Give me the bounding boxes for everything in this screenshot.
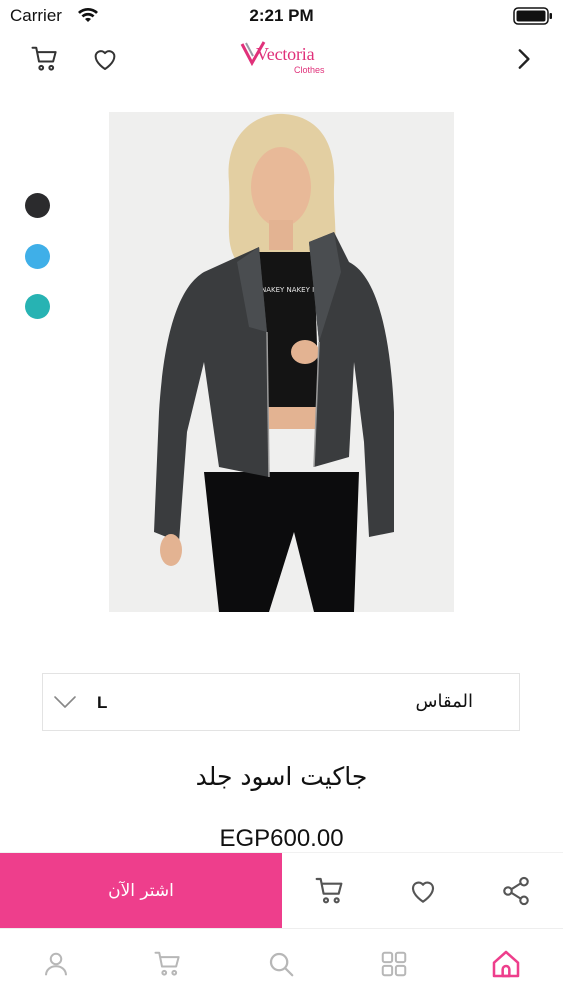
status-time: 2:21 PM (249, 6, 314, 25)
profile-icon (45, 952, 67, 976)
grid-icon (381, 951, 407, 977)
color-swatch-blue[interactable] (25, 244, 50, 269)
battery-icon (513, 7, 552, 25)
tab-cart[interactable] (151, 947, 185, 981)
brand-logo: Vectoria Clothes (240, 38, 330, 78)
home-icon (492, 950, 520, 978)
tab-search[interactable] (264, 947, 298, 981)
color-swatch-black[interactable] (25, 193, 50, 218)
status-bar: Carrier 2:21 PM (0, 0, 563, 32)
color-swatch-teal[interactable] (25, 294, 50, 319)
next-button[interactable] (506, 42, 540, 76)
logo-text: Vectoria (256, 44, 315, 64)
app-header: Vectoria Clothes (0, 36, 563, 84)
heart-icon (411, 881, 435, 903)
size-label: المقاس (415, 691, 473, 712)
product-price: EGP600.00 (219, 825, 344, 852)
chevron-right-icon (518, 49, 530, 69)
size-value: L (97, 693, 108, 712)
cart-icon (31, 46, 57, 71)
bottom-tab-bar (0, 928, 563, 1000)
cart-icon (315, 877, 343, 904)
action-bar: اشتر الآن (0, 852, 563, 929)
tab-home[interactable] (489, 947, 523, 981)
heart-icon (94, 50, 116, 70)
add-to-wishlist-button[interactable] (405, 873, 441, 909)
header-wishlist-button[interactable] (88, 42, 122, 76)
add-to-cart-button[interactable] (312, 873, 348, 909)
product-title: جاكيت اسود جلد (195, 762, 368, 791)
search-icon (269, 952, 294, 977)
cart-icon (154, 951, 180, 976)
tab-profile[interactable] (39, 947, 73, 981)
chevron-down-icon (54, 696, 76, 708)
logo-subtext: Clothes (294, 65, 325, 75)
product-photo: NAKEY NAKEY NÄK (109, 112, 454, 612)
share-icon (503, 876, 529, 906)
product-image[interactable]: NAKEY NAKEY NÄK (109, 112, 454, 612)
buy-now-button[interactable]: اشتر الآن (0, 853, 282, 929)
size-dropdown[interactable]: L المقاس (42, 673, 520, 731)
tab-categories[interactable] (377, 947, 411, 981)
share-button[interactable] (498, 873, 534, 909)
header-cart-button[interactable] (28, 42, 62, 76)
